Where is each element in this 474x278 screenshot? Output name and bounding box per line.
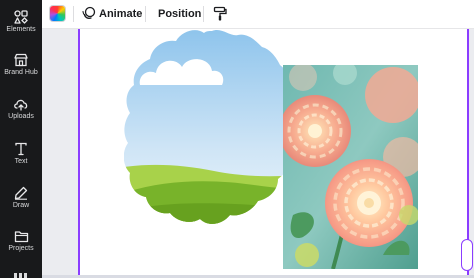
sidebar-item-label: Projects (8, 245, 34, 252)
sidebar-item-uploads[interactable]: Uploads (0, 98, 42, 121)
sidebar-item-projects[interactable]: Projects (0, 230, 42, 253)
sidebar-item-draw[interactable]: Draw (0, 186, 42, 210)
toolbar-divider (145, 6, 146, 22)
design-page[interactable] (78, 29, 473, 278)
sidebar-item-brand-hub[interactable]: Brand Hub (0, 53, 42, 77)
sidebar-item-label: Uploads (8, 113, 34, 120)
sidebar-item-elements[interactable]: Elements (0, 10, 42, 34)
animate-label: Animate (99, 8, 143, 20)
elements-icon (14, 10, 28, 24)
scalloped-landscape-frame[interactable] (124, 29, 300, 229)
position-button[interactable]: Position (158, 4, 201, 24)
text-icon (15, 142, 27, 156)
brand-hub-icon (14, 53, 28, 67)
animate-icon (82, 6, 96, 19)
apps-icon[interactable] (14, 270, 28, 278)
paint-roller-icon[interactable] (213, 6, 227, 21)
toolbar-divider (203, 6, 204, 22)
sidebar-item-label: Elements (6, 26, 36, 33)
resize-handle[interactable] (461, 239, 473, 271)
draw-icon (14, 186, 28, 200)
canvas-workspace (42, 29, 474, 278)
flower-photo[interactable] (283, 65, 418, 269)
sidebar-item-label: Draw (12, 202, 30, 209)
editor-toolbar: Animate Position (42, 0, 474, 29)
left-sidebar: Elements Brand Hub Uploads Text Draw Pro… (0, 0, 42, 278)
toolbar-divider (73, 6, 74, 22)
sidebar-item-label: Text (14, 158, 28, 165)
sidebar-item-label: Brand Hub (4, 69, 38, 76)
color-picker-icon[interactable] (50, 6, 65, 21)
projects-icon (14, 231, 28, 243)
sidebar-item-text[interactable]: Text (0, 142, 42, 166)
uploads-icon (14, 99, 28, 111)
animate-button[interactable]: Animate (80, 0, 142, 28)
